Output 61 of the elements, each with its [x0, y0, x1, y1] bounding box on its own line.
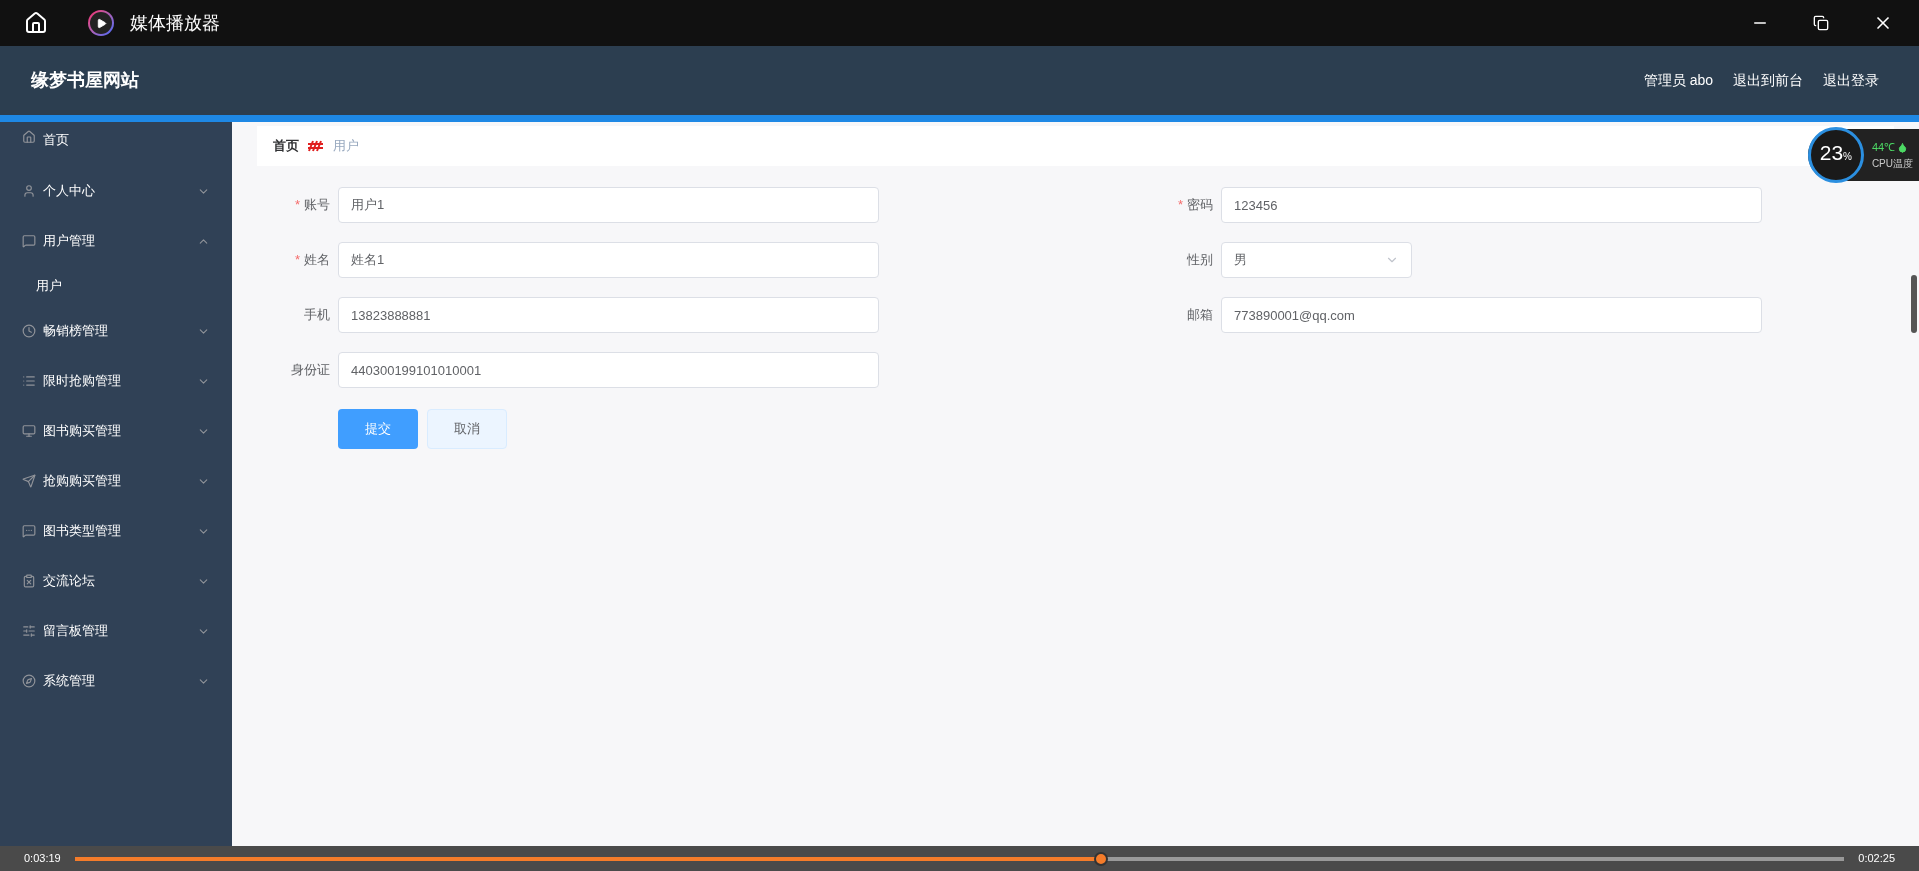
sidebar-item[interactable]: 系统管理 [0, 656, 232, 706]
monitor-icon [22, 424, 36, 438]
sidebar-item[interactable]: 图书购买管理 [0, 406, 232, 456]
admin-user: 管理员 abo [1643, 71, 1713, 90]
sidebar-item[interactable]: 交流论坛 [0, 556, 232, 606]
compass-icon [22, 674, 36, 688]
breadcrumb-current: 用户 [333, 137, 359, 156]
input-field[interactable]: 440300199101010001 [338, 352, 879, 388]
input-field[interactable]: 13823888881 [338, 297, 879, 333]
drop-icon [1897, 142, 1909, 153]
scrollbar-thumb[interactable] [1911, 275, 1917, 333]
cpu-usage: 23 [1819, 142, 1844, 163]
required-mark: * [294, 251, 300, 270]
input-field[interactable]: 773890001@qq.com [1221, 297, 1762, 333]
user-icon [22, 184, 36, 198]
input-field[interactable]: 123456 [1221, 187, 1762, 223]
chat-dots-icon [22, 524, 36, 538]
input-field[interactable]: 姓名1 [338, 242, 879, 278]
required-mark: * [294, 196, 300, 215]
play-logo-icon [88, 10, 114, 36]
clipboard-icon [22, 574, 36, 588]
required-mark: * [1177, 196, 1183, 215]
field-label: 密码 [1187, 196, 1213, 215]
home-icon[interactable] [24, 11, 48, 35]
input-field[interactable]: 用户1 [338, 187, 879, 223]
field-label: 身份证 [291, 361, 330, 380]
field-label: 手机 [304, 306, 330, 325]
paper-plane-icon [22, 474, 36, 488]
cpu-temperature: 44℃ [1871, 140, 1896, 156]
cancel-button[interactable]: 取消 [427, 409, 507, 449]
sidebar-item[interactable]: 图书类型管理 [0, 506, 232, 556]
header-link[interactable]: 退出登录 [1823, 70, 1879, 91]
sidebar-item[interactable]: 个人中心 [0, 166, 232, 216]
sidebar-item[interactable]: 首页 [0, 122, 232, 166]
window-title: 媒体播放器 [130, 11, 220, 35]
elapsed-time: 0:03:19 [24, 851, 61, 867]
sidebar-subitem[interactable]: 用户 [0, 266, 232, 306]
sidebar-item[interactable]: 限时抢购管理 [0, 356, 232, 406]
site-title: 缘梦书屋网站 [31, 69, 139, 92]
seek-thumb[interactable] [1094, 851, 1109, 866]
breadcrumb-link[interactable]: 首页 [273, 136, 299, 156]
field-label: 邮箱 [1187, 306, 1213, 325]
header-link[interactable]: 退出到前台 [1733, 70, 1803, 91]
sidebar-item[interactable]: 用户管理 [0, 216, 232, 266]
remaining-time: 0:02:25 [1858, 851, 1895, 867]
chat-icon [22, 234, 36, 248]
sidebar-item[interactable]: 畅销榜管理 [0, 306, 232, 356]
field-label: 性别 [1187, 251, 1213, 270]
cpu-caption: CPU温度 [1871, 156, 1913, 171]
field-label: 姓名 [304, 251, 330, 270]
clock-icon [22, 324, 36, 338]
sidebar-item[interactable]: 抢购购买管理 [0, 456, 232, 506]
sliders-icon [22, 624, 36, 638]
restore-icon[interactable] [1813, 15, 1829, 31]
field-label: 账号 [304, 196, 330, 215]
house-icon [22, 130, 36, 144]
gender-select[interactable]: 男 [1221, 242, 1412, 278]
list-icon [22, 374, 36, 388]
separator-icon [307, 139, 325, 153]
cpu-usage-unit: % [1843, 151, 1852, 164]
sidebar-item[interactable]: 留言板管理 [0, 606, 232, 656]
